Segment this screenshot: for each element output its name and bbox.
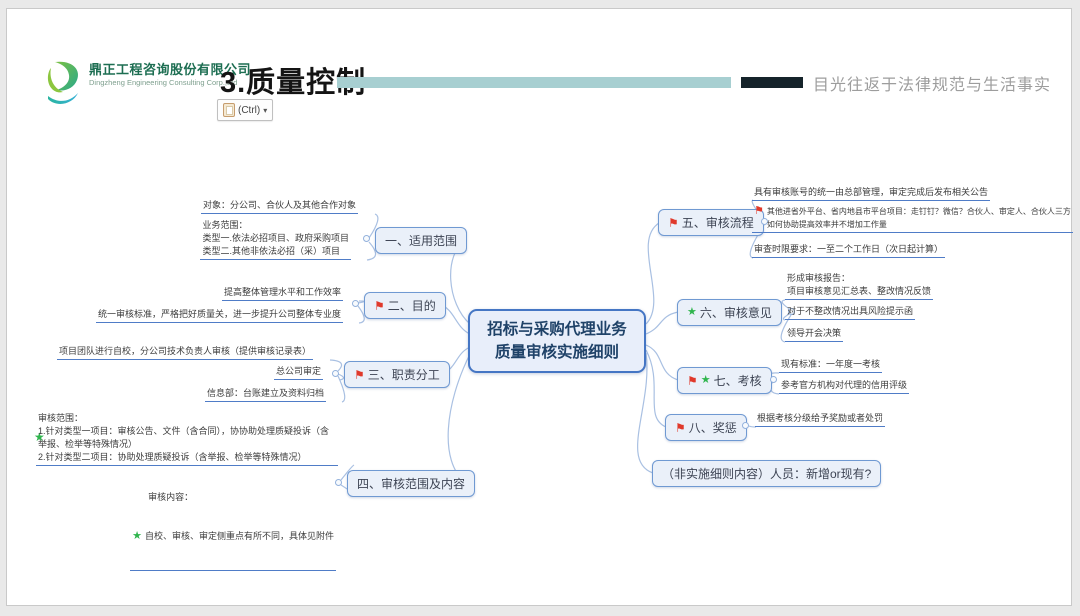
leaf-duty-team: 项目团队进行自校，分公司技术负责人审核（提供审核记录表） bbox=[57, 345, 313, 360]
star-icon: ★ bbox=[132, 531, 142, 542]
branch-label: 五、审核流程 bbox=[682, 214, 754, 231]
branch-node-purpose: ⚑ 二、目的 bbox=[364, 292, 446, 319]
leaf-opinion-risk-letter: 对于不整改情况出具风险提示函 bbox=[785, 305, 915, 320]
leaf-opinion-leader-meeting: 领导开会决策 bbox=[785, 327, 843, 342]
branch-node-audit-opinion: ★ 六、审核意见 bbox=[677, 299, 782, 326]
branch-node-scope: 一、适用范围 bbox=[375, 227, 467, 254]
flag-icon: ⚑ bbox=[754, 206, 764, 217]
branch-node-assessment: ⚑ ★ 七、考核 bbox=[677, 367, 772, 394]
leaf-assessment-credit: 参考官方机构对代理的信用评级 bbox=[779, 379, 909, 394]
branch-node-audit-scope-content: 四、审核范围及内容 bbox=[347, 470, 475, 497]
leaf-assessment-standard: 现有标准：一年度一考核 bbox=[779, 358, 882, 373]
flag-icon: ⚑ bbox=[374, 300, 385, 312]
leaf-audit-content-detail: 自校、审核、审定侧重点有所不同，具体见附件 bbox=[145, 530, 334, 543]
slide-canvas: 鼎正工程咨询股份有限公司 Dingzheng Engineering Consu… bbox=[0, 0, 1080, 616]
collapse-handle bbox=[332, 370, 339, 377]
branch-node-duties: ⚑ 三、职责分工 bbox=[344, 361, 450, 388]
branch-label: 三、职责分工 bbox=[368, 366, 440, 383]
leaf-process-platforms-text: 其他进省外平台、省内地县市平台项目：走钉钉？微信？合伙人、审定人、合伙人三方 如… bbox=[767, 205, 1071, 231]
leaf-scope-target: 对象：分公司、合伙人及其他合作对象 bbox=[201, 199, 358, 214]
leaf-audit-content-title: 审核内容： bbox=[132, 491, 334, 504]
collapse-handle bbox=[335, 479, 342, 486]
flag-icon: ⚑ bbox=[675, 422, 686, 434]
branch-node-personnel: （非实施细则内容）人员：新增or现有? bbox=[652, 460, 881, 487]
branch-label: 四、审核范围及内容 bbox=[357, 475, 465, 492]
leaf-audit-scope: 审核范围： 1.针对类型一项目：审核公告、文件（含合同），协协助处理质疑投诉（含… bbox=[36, 412, 338, 466]
leaf-duty-info-dept: 信息部：台账建立及资料归档 bbox=[205, 387, 326, 402]
leaf-reward-rule: 根据考核分级给予奖励或者处罚 bbox=[755, 412, 885, 427]
collapse-handle bbox=[770, 376, 777, 383]
leaf-audit-content: 审核内容： ★ 自校、审核、审定侧重点有所不同，具体见附件 bbox=[130, 465, 336, 571]
leaf-process-account: 具有审核账号的统一由总部管理，审定完成后发布相关公告 bbox=[752, 186, 990, 201]
leaf-purpose-efficiency: 提高整体管理水平和工作效率 bbox=[222, 286, 343, 301]
star-icon: ★ bbox=[701, 375, 711, 386]
branch-label: 六、审核意见 bbox=[700, 304, 772, 321]
branch-label: 二、目的 bbox=[388, 297, 436, 314]
collapse-handle bbox=[363, 235, 370, 242]
slide: 鼎正工程咨询股份有限公司 Dingzheng Engineering Consu… bbox=[6, 8, 1072, 606]
collapse-handle bbox=[742, 422, 749, 429]
leaf-process-time-limit: 审查时限要求：一至二个工作日（次日起计算） bbox=[752, 243, 945, 258]
leaf-purpose-standard: 统一审核标准，严格把好质量关，进一步提升公司整体专业度 bbox=[96, 308, 343, 323]
flag-icon: ⚑ bbox=[687, 375, 698, 387]
flag-icon: ⚑ bbox=[668, 217, 679, 229]
leaf-duty-hq: 总公司审定 bbox=[274, 365, 323, 380]
leaf-opinion-report: 形成审核报告： 项目审核意见汇总表、整改情况反馈 bbox=[785, 272, 933, 300]
collapse-handle bbox=[352, 300, 359, 307]
leaf-process-platforms: ⚑ 其他进省外平台、省内地县市平台项目：走钉钉？微信？合伙人、审定人、合伙人三方… bbox=[752, 205, 1073, 233]
branch-node-reward-punishment: ⚑ 八、奖惩 bbox=[665, 414, 747, 441]
branch-node-audit-process: ⚑ 五、审核流程 bbox=[658, 209, 764, 236]
flag-icon: ⚑ bbox=[354, 369, 365, 381]
branch-label: （非实施细则内容）人员：新增or现有? bbox=[662, 465, 871, 482]
leaf-scope-business: 业务范围： 类型一.依法必招项目、政府采购项目 类型二.其他非依法必招（采）项目 bbox=[200, 219, 351, 260]
branch-label: 七、考核 bbox=[714, 372, 762, 389]
branch-label: 一、适用范围 bbox=[385, 232, 457, 249]
branch-label: 八、奖惩 bbox=[689, 419, 737, 436]
star-icon: ★ bbox=[687, 307, 697, 318]
mindmap-root-node: 招标与采购代理业务 质量审核实施细则 bbox=[468, 309, 646, 373]
